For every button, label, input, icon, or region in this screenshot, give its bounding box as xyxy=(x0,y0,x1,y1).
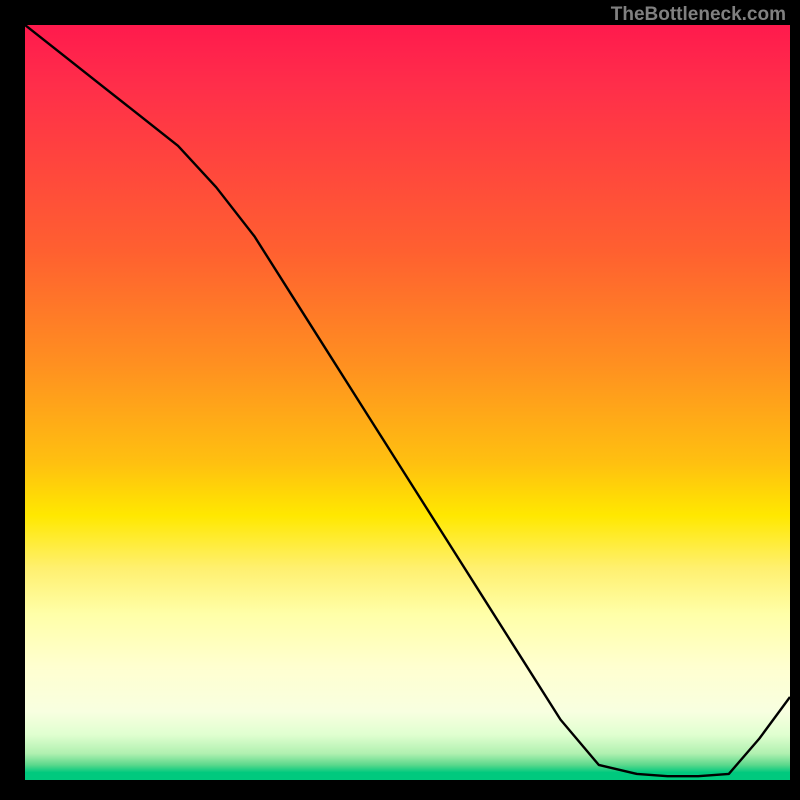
chart-plot-area xyxy=(25,25,790,780)
watermark-text: TheBottleneck.com xyxy=(611,4,786,26)
chart-series-curve xyxy=(25,25,790,776)
chart-line-layer xyxy=(25,25,790,780)
